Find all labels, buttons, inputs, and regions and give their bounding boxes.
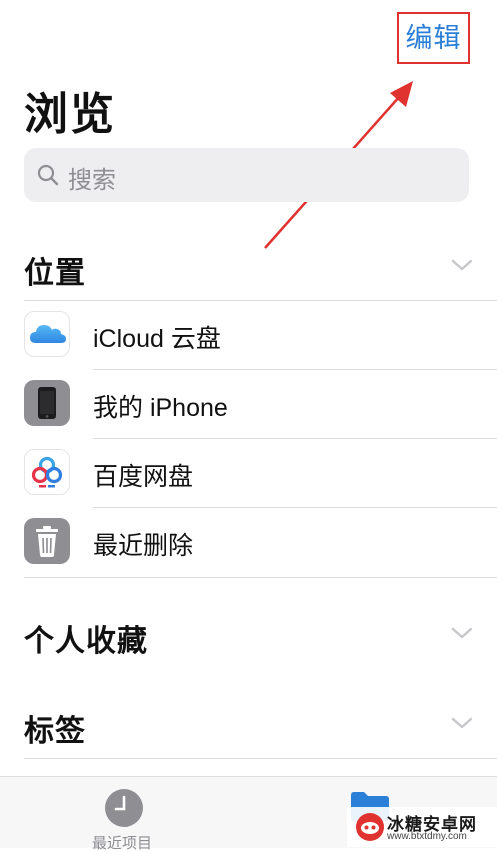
watermark-url: www.btxtdmy.com (387, 831, 467, 842)
trash-icon (24, 518, 70, 564)
favorites-section-header[interactable]: 个人收藏 (24, 616, 473, 660)
locations-title: 位置 (24, 257, 86, 290)
favorites-title: 个人收藏 (24, 625, 148, 658)
tags-title: 标签 (24, 715, 86, 748)
location-label: 最近删除 (93, 532, 194, 560)
location-label: 我的 iPhone (93, 394, 228, 422)
watermark-logo-icon (356, 813, 384, 841)
tab-recent-label: 最近项目 (92, 835, 153, 852)
divider (24, 577, 497, 578)
baidu-netdisk-icon (24, 449, 70, 495)
chevron-down-icon (451, 259, 473, 271)
location-label: iCloud 云盘 (93, 325, 221, 353)
clock-icon (105, 789, 143, 827)
watermark: 冰糖安卓网 www.btxtdmy.com (347, 807, 497, 847)
search-icon (37, 164, 59, 186)
iphone-icon (24, 380, 70, 426)
location-item-recently-deleted[interactable]: 最近删除 (24, 508, 497, 576)
location-item-icloud[interactable]: iCloud 云盘 (24, 301, 497, 369)
tags-section-header[interactable]: 标签 (24, 706, 473, 750)
icloud-icon (24, 311, 70, 357)
location-label: 百度网盘 (93, 463, 194, 491)
divider (24, 758, 497, 759)
chevron-down-icon (451, 717, 473, 729)
search-placeholder: 搜索 (68, 167, 116, 194)
search-input[interactable]: 搜索 (24, 148, 469, 202)
page-title: 浏览 (24, 90, 116, 139)
location-item-baidu-netdisk[interactable]: 百度网盘 (24, 439, 497, 507)
locations-section-header[interactable]: 位置 (24, 248, 473, 292)
location-item-iphone[interactable]: 我的 iPhone (24, 370, 497, 438)
chevron-down-icon (451, 627, 473, 639)
